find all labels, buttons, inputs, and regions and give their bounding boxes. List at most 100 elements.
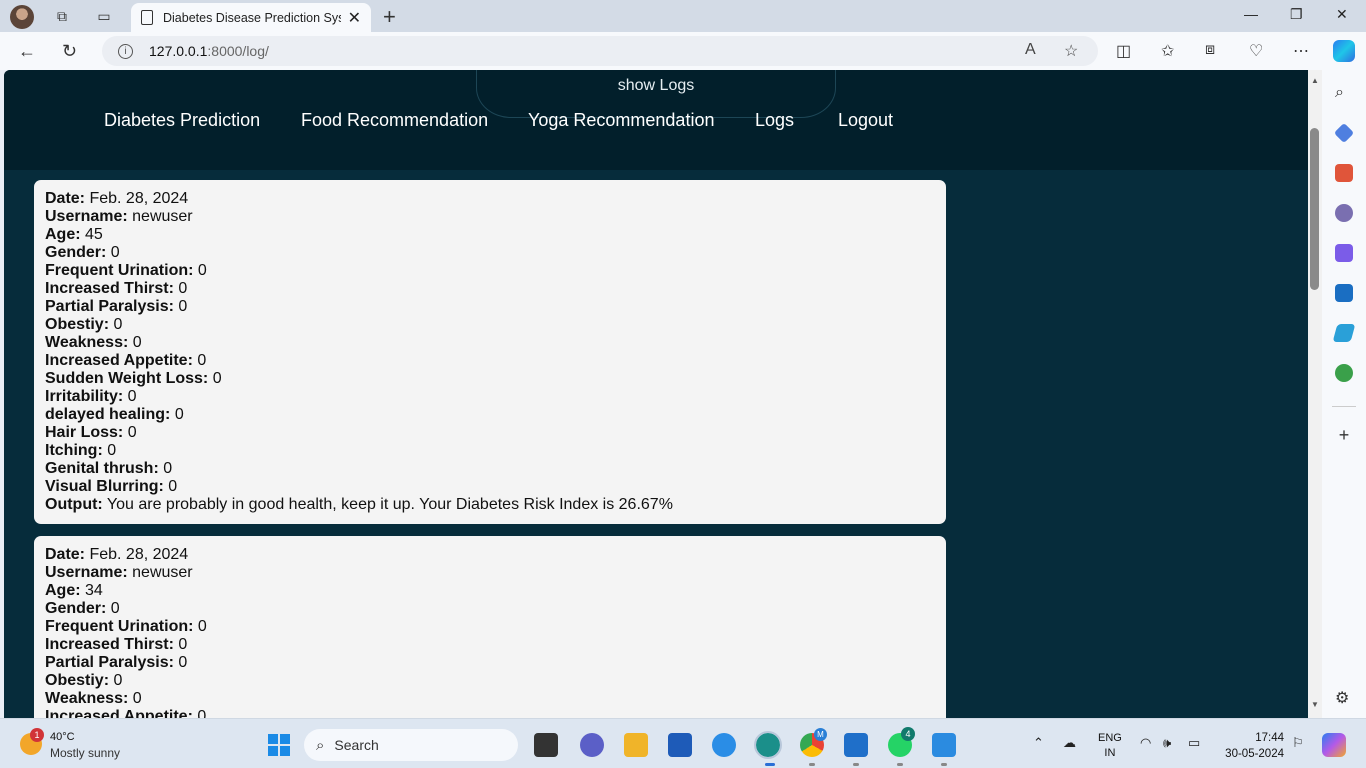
log-field-value: 0 — [208, 370, 222, 387]
nav-logs[interactable]: Logs — [755, 110, 794, 131]
restore-icon[interactable]: ❐ — [1290, 6, 1303, 23]
edge-browser-icon[interactable] — [754, 731, 782, 759]
log-field-value: Feb. 28, 2024 — [85, 546, 189, 563]
close-tab-icon[interactable]: ✕ — [348, 8, 361, 28]
file-explorer-icon[interactable] — [624, 733, 648, 757]
battery-icon[interactable]: ▭ — [1188, 735, 1200, 751]
log-field-row: Increased Appetite: 0 — [45, 352, 935, 370]
log-field-label: Hair Loss: — [45, 424, 124, 441]
log-field-value: 45 — [80, 226, 103, 243]
log-field-row: Frequent Urination: 0 — [45, 262, 935, 280]
notepad-icon[interactable] — [844, 733, 868, 757]
tools-icon[interactable] — [1335, 164, 1353, 182]
tab-actions-icon[interactable]: ▭ — [94, 6, 114, 26]
windows-taskbar: 1 40°C Mostly sunny ⌕ Search M 4 ⌃ ☁ ENG… — [0, 718, 1366, 768]
new-tab-icon[interactable]: + — [383, 4, 396, 30]
log-field-row: Age: 34 — [45, 582, 935, 600]
log-field-row: Frequent Urination: 0 — [45, 618, 935, 636]
vscode-icon[interactable] — [932, 733, 956, 757]
sidebar-separator — [1332, 406, 1356, 407]
scroll-down-icon[interactable]: ▼ — [1311, 700, 1319, 709]
onedrive-cloud-icon[interactable]: ☁ — [1063, 735, 1076, 751]
log-field-label: Increased Thirst: — [45, 636, 174, 653]
log-field-label: Partial Paralysis: — [45, 298, 174, 315]
url-path: :8000/log/ — [207, 43, 269, 59]
log-field-value: 0 — [128, 334, 142, 351]
log-field-value: 0 — [158, 460, 173, 477]
nav-food-recommendation[interactable]: Food Recommendation — [301, 110, 488, 131]
copilot-icon[interactable] — [1333, 40, 1355, 62]
collections-icon[interactable]: ⧈ — [1205, 41, 1215, 59]
favorite-star-icon[interactable]: ☆ — [1064, 41, 1078, 61]
page-icon — [141, 10, 153, 25]
whatsapp-badge: 4 — [901, 727, 915, 741]
copilot-taskbar-icon[interactable] — [1322, 733, 1346, 757]
log-field-label: Gender: — [45, 244, 107, 261]
address-bar[interactable]: i 127.0.0.1:8000/log/ — [102, 36, 1098, 66]
log-field-label: Output: — [45, 496, 103, 513]
nav-logout[interactable]: Logout — [838, 110, 893, 131]
log-field-label: Itching: — [45, 442, 103, 459]
close-window-icon[interactable]: ✕ — [1336, 6, 1348, 23]
sidebar-search-icon[interactable]: ⌕ — [1335, 84, 1353, 102]
weather-temp[interactable]: 40°C — [50, 731, 75, 743]
show-hidden-icons-chevron-icon[interactable]: ⌃ — [1033, 735, 1044, 751]
microsoft-365-icon[interactable] — [1335, 244, 1353, 262]
volume-icon[interactable]: 🕪 — [1163, 735, 1171, 751]
log-field-value: 34 — [80, 582, 103, 599]
log-field-value: 0 — [193, 618, 207, 635]
log-field-value: 0 — [123, 424, 137, 441]
windows-start-icon[interactable] — [268, 734, 290, 756]
more-menu-icon[interactable]: ⋯ — [1293, 41, 1309, 61]
microsoft-store-icon[interactable] — [668, 733, 692, 757]
send-icon[interactable] — [1332, 324, 1356, 342]
outlook-icon[interactable] — [1335, 284, 1353, 302]
log-field-label: Weakness: — [45, 690, 129, 707]
log-field-value: Feb. 28, 2024 — [85, 190, 189, 207]
read-aloud-icon[interactable]: A — [1025, 41, 1036, 59]
nav-diabetes-prediction[interactable]: Diabetes Prediction — [104, 110, 260, 131]
sidebar-settings-icon[interactable]: ⚙ — [1335, 688, 1353, 707]
log-field-label: Age: — [45, 582, 81, 599]
log-field-label: Frequent Urination: — [45, 618, 194, 635]
minimize-icon[interactable]: — — [1244, 6, 1258, 22]
favorites-icon[interactable]: ✩ — [1161, 41, 1174, 61]
log-card: Date: Feb. 28, 2024 Username: newuser Age:… — [34, 180, 946, 524]
nav-yoga-recommendation[interactable]: Yoga Recommendation — [528, 110, 714, 131]
log-field-label: Irritability: — [45, 388, 124, 405]
language-indicator[interactable]: ENG IN — [1098, 731, 1122, 761]
browser-tab-active[interactable]: Diabetes Disease Prediction Syste ✕ — [131, 3, 371, 32]
site-info-icon[interactable]: i — [118, 43, 133, 59]
page-scrollbar[interactable]: ▲ ▼ — [1308, 70, 1322, 718]
lang-code: ENG — [1098, 732, 1122, 744]
chrome-profile-badge: M — [814, 728, 827, 741]
system-clock[interactable]: 17:44 30-05-2024 — [1220, 730, 1284, 762]
log-field-label: Increased Appetite: — [45, 352, 193, 369]
browser-essentials-icon[interactable]: ♡ — [1249, 41, 1263, 61]
add-sidebar-app-icon[interactable]: + — [1335, 426, 1353, 444]
shopping-tag-icon[interactable] — [1333, 122, 1355, 144]
notification-bell-icon[interactable]: ⚐ — [1292, 735, 1304, 751]
scroll-thumb[interactable] — [1310, 128, 1319, 290]
back-icon[interactable]: ← — [18, 41, 36, 62]
log-field-row: Irritability: 0 — [45, 388, 935, 406]
weather-desc[interactable]: Mostly sunny — [50, 746, 120, 760]
refresh-icon[interactable]: ↻ — [62, 41, 77, 62]
clock-time: 17:44 — [1255, 732, 1284, 744]
scroll-up-icon[interactable]: ▲ — [1311, 76, 1319, 85]
profile-avatar[interactable] — [10, 5, 34, 29]
tree-icon[interactable] — [1335, 364, 1353, 382]
split-screen-icon[interactable]: ◫ — [1116, 41, 1131, 61]
workspaces-icon[interactable]: ⧉ — [52, 6, 72, 26]
games-icon[interactable] — [1335, 204, 1353, 222]
log-field-label: Sudden Weight Loss: — [45, 370, 209, 387]
taskbar-search[interactable]: ⌕ Search — [304, 729, 518, 761]
teams-chat-icon[interactable] — [580, 733, 604, 757]
help-icon[interactable] — [712, 733, 736, 757]
log-field-row: Increased Thirst: 0 — [45, 280, 935, 298]
log-field-value: 0 — [173, 280, 188, 297]
task-view-icon[interactable] — [534, 733, 558, 757]
log-card: Date: Feb. 28, 2024 Username: newuser Age:… — [34, 536, 946, 718]
browser-tab-bar: ⧉ ▭ Diabetes Disease Prediction Syste ✕ … — [0, 0, 1366, 32]
wifi-icon[interactable]: ◠ — [1140, 735, 1151, 751]
